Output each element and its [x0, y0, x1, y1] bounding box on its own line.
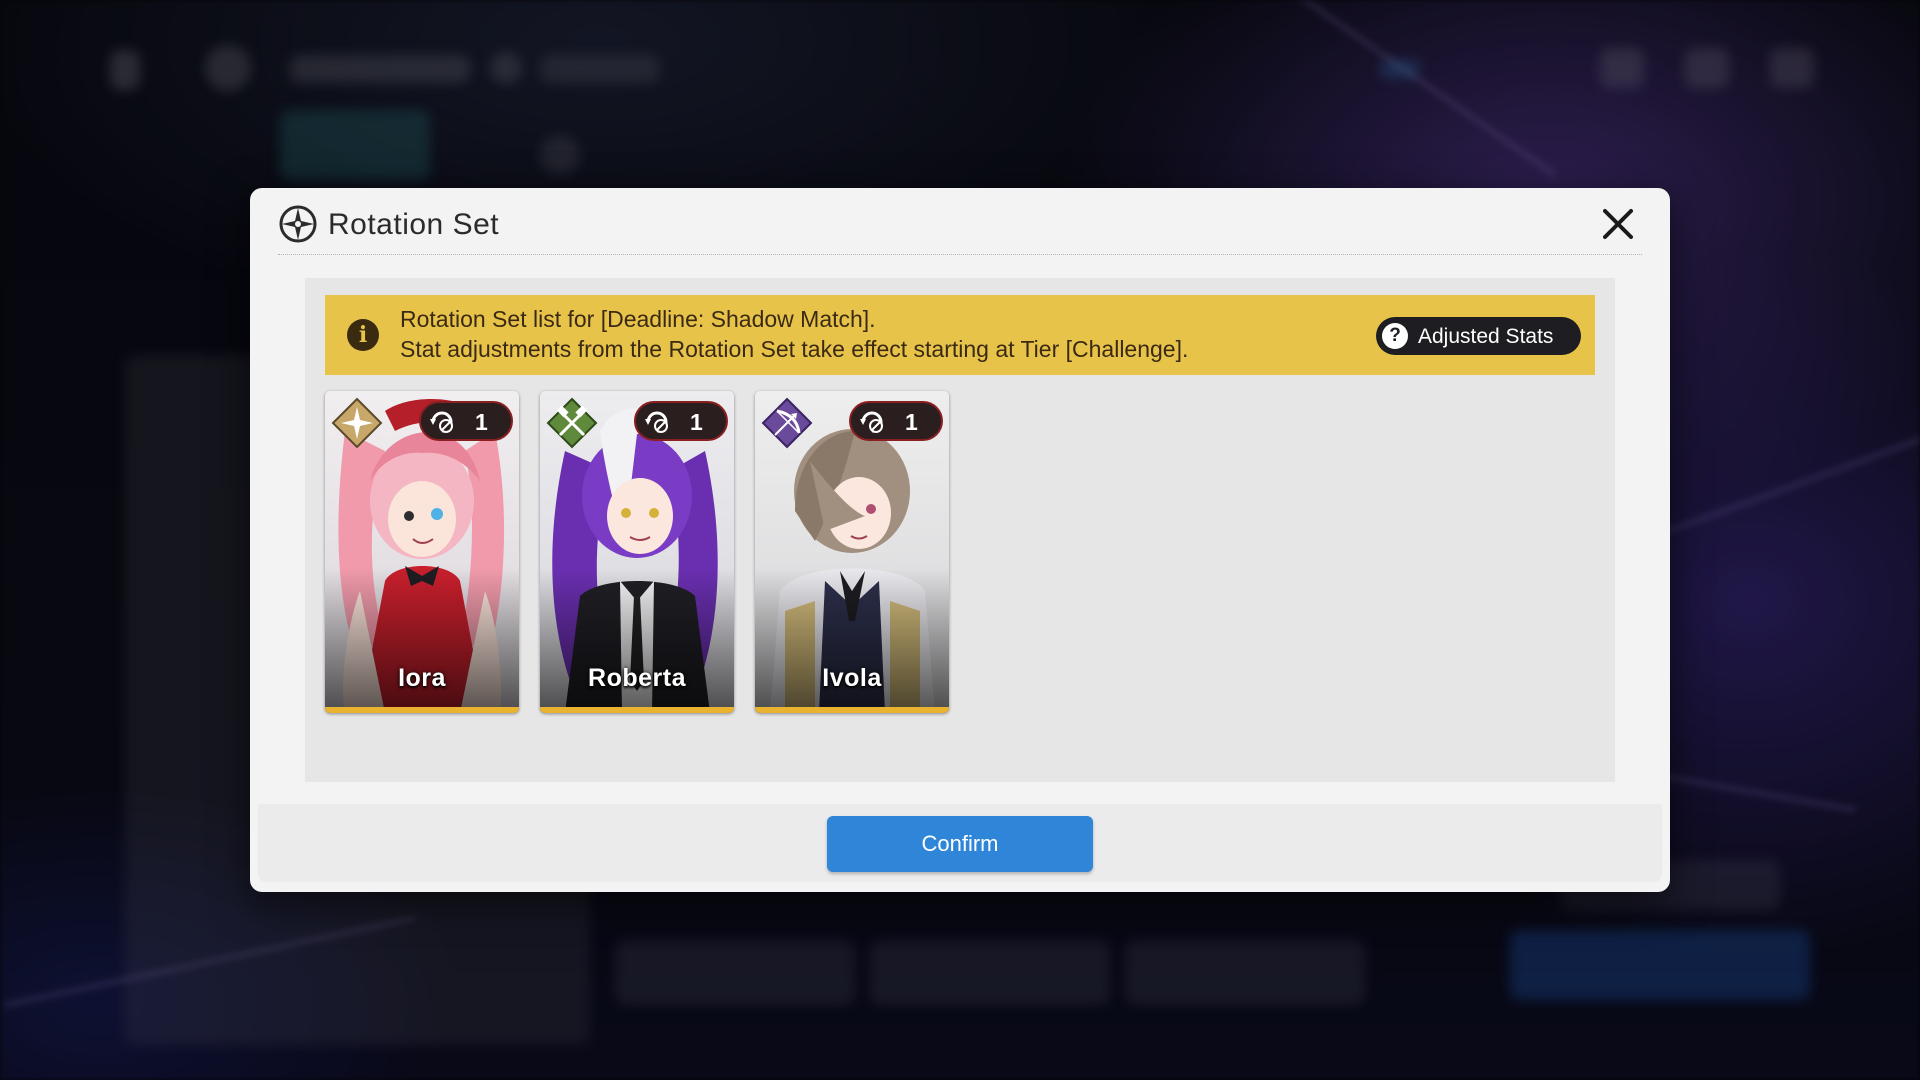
rotation-set-dialog: Rotation Set i Rotation Set list for [De… — [250, 188, 1670, 892]
support-star-icon — [331, 397, 383, 449]
character-name: Ivola — [822, 664, 882, 692]
close-icon[interactable] — [1600, 206, 1636, 242]
character-card[interactable]: 1 Roberta — [540, 391, 734, 713]
rotation-count: 1 — [475, 409, 488, 435]
character-name: Iora — [398, 664, 446, 692]
card-trim — [325, 707, 519, 713]
adjusted-stats-button[interactable]: ? Adjusted Stats — [1376, 317, 1581, 355]
character-name: Roberta — [588, 664, 686, 692]
dialog-title: Rotation Set — [328, 208, 500, 241]
notice-banner: i Rotation Set list for [Deadline: Shado… — [325, 295, 1595, 375]
dialog-header: Rotation Set — [278, 204, 1642, 244]
character-card[interactable]: 1 Iora — [325, 391, 519, 713]
adjusted-stats-label: Adjusted Stats — [1418, 325, 1554, 348]
confirm-button[interactable]: Confirm — [827, 816, 1093, 872]
rotation-count-badge: 1 — [634, 401, 728, 441]
notice-line-1: Rotation Set list for [Deadline: Shadow … — [400, 306, 876, 332]
rotation-icon — [645, 411, 668, 433]
crossed-hammers-icon — [546, 397, 598, 449]
compass-star-icon — [279, 205, 317, 243]
header-divider — [278, 254, 1642, 255]
rotation-set-panel: i Rotation Set list for [Deadline: Shado… — [305, 278, 1615, 782]
character-card[interactable]: 1 Ivola — [755, 391, 949, 713]
help-icon: ? — [1382, 323, 1408, 349]
info-icon: i — [347, 319, 379, 351]
notice-text: Rotation Set list for [Deadline: Shadow … — [400, 304, 1188, 364]
rotation-count-badge: 1 — [419, 401, 513, 441]
bow-icon — [761, 397, 813, 449]
rotation-count: 1 — [905, 409, 918, 435]
rotation-icon — [430, 411, 453, 433]
notice-line-2: Stat adjustments from the Rotation Set t… — [400, 336, 1189, 362]
card-trim — [755, 707, 949, 713]
rotation-icon — [860, 411, 883, 433]
card-trim — [540, 707, 734, 713]
rotation-count: 1 — [690, 409, 703, 435]
rotation-count-badge: 1 — [849, 401, 943, 441]
